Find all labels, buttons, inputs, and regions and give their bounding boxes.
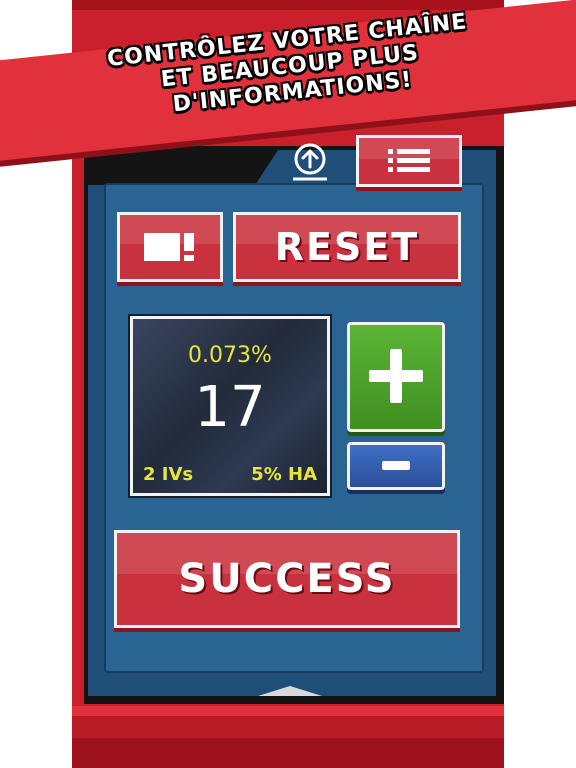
menu-button[interactable]	[356, 135, 462, 187]
increment-button[interactable]	[347, 322, 445, 432]
probability-text: 0.073%	[188, 343, 272, 368]
upload-button[interactable]	[290, 142, 330, 182]
decrement-button[interactable]	[347, 442, 445, 490]
hidden-ability-label: 5% HA	[251, 464, 317, 485]
reset-label: RESET	[274, 225, 420, 269]
minus-icon	[382, 461, 410, 470]
count-value: 17	[194, 375, 266, 440]
panel-layout-icon	[144, 233, 194, 261]
layout-button[interactable]	[117, 212, 223, 282]
encounter-counter: 0.073% 17 2 IVs 5% HA	[130, 316, 330, 496]
success-label: SUCCESS	[178, 556, 396, 602]
ivs-label: 2 IVs	[143, 464, 194, 485]
upload-circle-icon	[293, 143, 327, 181]
screen-notch	[88, 150, 278, 185]
list-menu-icon	[388, 149, 430, 172]
reset-button[interactable]: RESET	[233, 212, 461, 282]
success-button[interactable]: SUCCESS	[114, 530, 460, 628]
expand-handle-icon[interactable]	[258, 686, 322, 696]
plus-icon	[369, 349, 423, 403]
